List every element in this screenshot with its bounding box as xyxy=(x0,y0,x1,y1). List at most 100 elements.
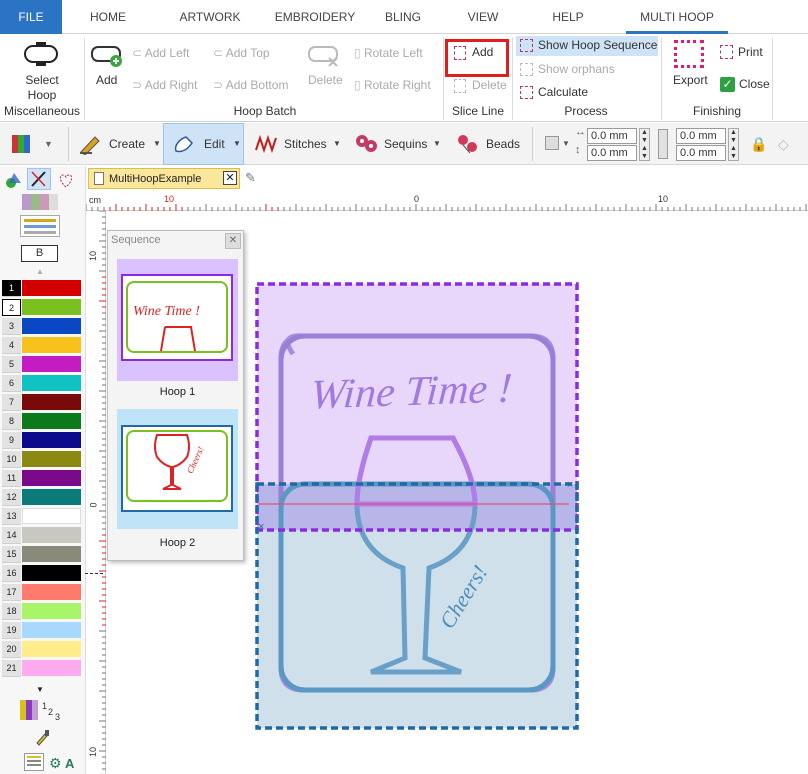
eraser-icon[interactable]: ◇ xyxy=(778,123,789,165)
palette-color-swatch[interactable] xyxy=(22,622,81,638)
tab-multi-hoop[interactable]: MULTI HOOP xyxy=(626,0,728,34)
palette-color-row[interactable]: 21 xyxy=(2,660,82,677)
palette-color-swatch[interactable] xyxy=(22,432,81,448)
stitches-dropdown-icon[interactable]: ▼ xyxy=(333,123,341,165)
palette-color-row[interactable]: 6 xyxy=(2,375,82,392)
palette-color-row[interactable]: 4 xyxy=(2,337,82,354)
add-left-button[interactable]: ⊂ Add Left xyxy=(132,46,189,60)
palette-color-row[interactable]: 2 xyxy=(2,299,82,316)
palette-color-row[interactable]: 14 xyxy=(2,527,82,544)
sequins-dropdown-icon[interactable]: ▼ xyxy=(433,123,441,165)
palette-color-swatch[interactable] xyxy=(22,356,81,372)
palette-color-swatch[interactable] xyxy=(22,413,81,429)
tab-file[interactable]: FILE xyxy=(0,0,62,34)
palette-color-row[interactable]: 1 xyxy=(2,280,82,297)
slice-add-button[interactable]: Add xyxy=(472,45,493,59)
palette-color-row[interactable]: 11 xyxy=(2,470,82,487)
palette-color-swatch[interactable] xyxy=(22,470,81,486)
needle-mode-active[interactable] xyxy=(27,168,51,190)
x-position-input[interactable]: 0.0 mm xyxy=(587,128,637,144)
palette-color-row[interactable]: 19 xyxy=(2,622,82,639)
hoop-2-thumbnail[interactable]: Cheers! xyxy=(117,409,238,529)
color-palette-icon[interactable] xyxy=(12,135,30,153)
palette-color-row[interactable]: 13 xyxy=(2,508,82,525)
palette-color-row[interactable]: 17 xyxy=(2,584,82,601)
create-dropdown-icon[interactable]: ▼ xyxy=(153,123,161,165)
palette-color-swatch[interactable] xyxy=(22,394,81,410)
tab-view[interactable]: VIEW xyxy=(460,0,506,34)
palette-color-row[interactable]: 7 xyxy=(2,394,82,411)
sequins-button[interactable]: Sequins xyxy=(384,123,427,165)
thread-report-icon[interactable] xyxy=(24,753,44,771)
thread-chart-icon[interactable] xyxy=(22,194,58,210)
show-hoop-sequence-button[interactable]: Show Hoop Sequence xyxy=(538,38,657,52)
palette-color-swatch[interactable] xyxy=(22,546,81,562)
align-dropdown-icon[interactable]: ▼ xyxy=(562,123,570,165)
eyedropper-icon[interactable] xyxy=(34,728,50,746)
palette-color-row[interactable]: 16 xyxy=(2,565,82,582)
palette-color-row[interactable]: 10 xyxy=(2,451,82,468)
align-icon[interactable] xyxy=(545,136,559,150)
heart-outline-icon[interactable] xyxy=(57,171,75,189)
palette-color-swatch[interactable] xyxy=(22,337,81,353)
palette-color-row[interactable]: 9 xyxy=(2,432,82,449)
delete-hoop-icon[interactable] xyxy=(307,42,341,70)
show-orphans-button[interactable]: Show orphans xyxy=(538,62,615,76)
tab-artwork[interactable]: ARTWORK xyxy=(172,0,248,34)
create-button[interactable]: Create xyxy=(109,123,145,165)
calculate-button[interactable]: Calculate xyxy=(538,85,588,99)
document-tab[interactable]: MultiHoopExample ✕ xyxy=(88,168,240,189)
palette-color-row[interactable]: 5 xyxy=(2,356,82,373)
sequence-order-icon[interactable] xyxy=(20,700,38,720)
stitches-button[interactable]: Stitches xyxy=(284,123,327,165)
palette-color-swatch[interactable] xyxy=(22,299,81,315)
palette-color-swatch[interactable] xyxy=(22,565,81,581)
palette-color-row[interactable]: 3 xyxy=(2,318,82,335)
rotate-left-button[interactable]: ▯ Rotate Left xyxy=(354,46,423,60)
size-stepper[interactable]: ▲ ▼ ▲ ▼ xyxy=(728,128,739,161)
palette-color-swatch[interactable] xyxy=(22,603,81,619)
tab-help[interactable]: HELP xyxy=(544,0,592,34)
height-input[interactable]: 0.0 mm xyxy=(676,145,726,161)
palette-color-swatch[interactable] xyxy=(22,641,81,657)
position-stepper[interactable]: ▲ ▼ ▲ ▼ xyxy=(639,128,650,161)
auto-icon[interactable]: A xyxy=(65,756,74,771)
palette-color-swatch[interactable] xyxy=(22,527,81,543)
palette-color-swatch[interactable] xyxy=(22,660,81,676)
background-color-box[interactable]: B xyxy=(21,245,58,262)
beads-button[interactable]: Beads xyxy=(486,123,520,165)
shapes-icon[interactable] xyxy=(5,171,23,189)
add-hoop-icon[interactable] xyxy=(90,42,124,70)
close-button[interactable]: Close xyxy=(739,77,770,91)
select-hoop-icon[interactable] xyxy=(22,40,60,70)
settings-gear-icon[interactable]: ⚙ xyxy=(49,755,62,772)
add-bottom-button[interactable]: ⊃ Add Bottom xyxy=(213,78,288,92)
add-top-button[interactable]: ⊂ Add Top xyxy=(213,46,270,60)
y-position-input[interactable]: 0.0 mm xyxy=(587,145,637,161)
tab-embroidery[interactable]: EMBROIDERY xyxy=(270,0,360,34)
palette-color-swatch[interactable] xyxy=(22,318,81,334)
palette-color-swatch[interactable] xyxy=(22,375,81,391)
palette-color-swatch[interactable] xyxy=(22,584,81,600)
rotate-right-button[interactable]: ▯ Rotate Right xyxy=(354,78,431,92)
select-hoop-button[interactable]: Select Hoop xyxy=(24,73,60,103)
hoop-1-thumbnail[interactable]: Wine Time ! xyxy=(117,259,238,381)
add-hoop-button[interactable]: Add xyxy=(96,73,117,87)
palette-color-row[interactable]: 20 xyxy=(2,641,82,658)
edit-button[interactable]: Edit xyxy=(204,123,225,165)
delete-hoop-button[interactable]: Delete xyxy=(308,73,343,87)
palette-color-swatch[interactable] xyxy=(22,280,81,296)
palette-color-row[interactable]: 12 xyxy=(2,489,82,506)
tab-bling[interactable]: BLING xyxy=(378,0,428,34)
palette-dropdown-icon[interactable]: ▼ xyxy=(44,123,53,165)
width-input[interactable]: 0.0 mm xyxy=(676,128,726,144)
lock-icon[interactable]: 🔒 xyxy=(750,123,767,165)
slice-delete-button[interactable]: Delete xyxy=(472,78,507,92)
palette-color-row[interactable]: 15 xyxy=(2,546,82,563)
add-right-button[interactable]: ⊃ Add Right xyxy=(132,78,197,92)
edit-dropdown-icon[interactable]: ▼ xyxy=(233,123,241,165)
sequence-close-icon[interactable]: ✕ xyxy=(225,233,241,249)
tab-home[interactable]: HOME xyxy=(80,0,136,34)
close-tab-icon[interactable]: ✕ xyxy=(223,171,237,185)
palette-color-swatch[interactable] xyxy=(22,451,81,467)
